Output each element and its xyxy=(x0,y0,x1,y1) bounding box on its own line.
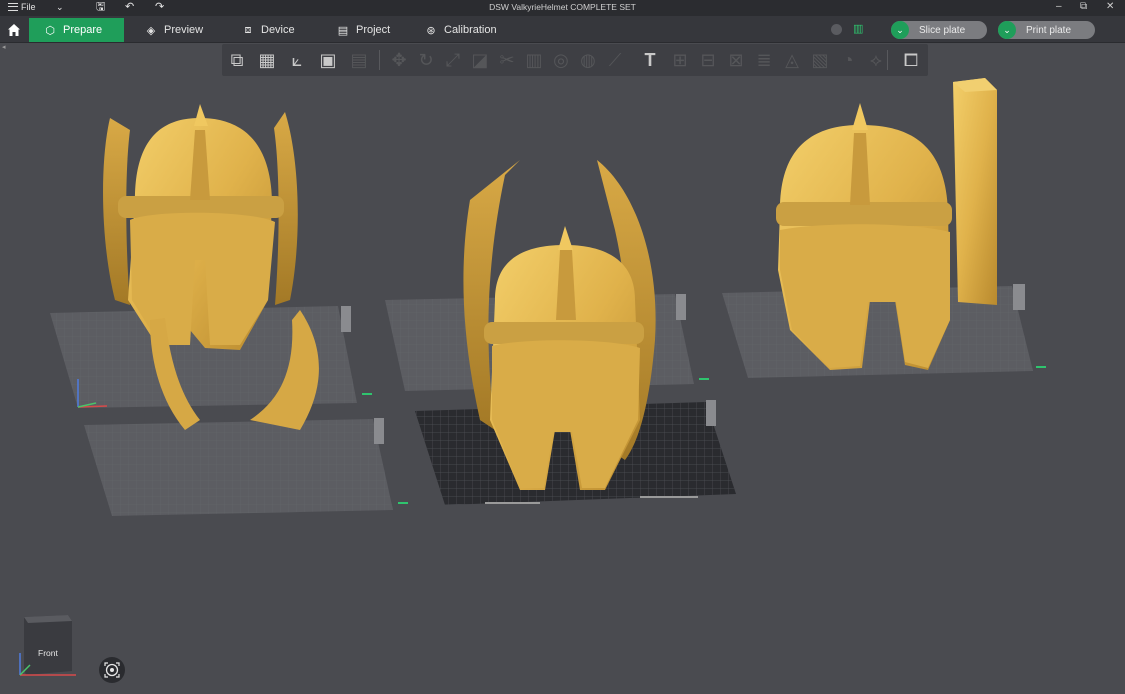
home-button[interactable] xyxy=(0,16,28,43)
auto-orient-icon[interactable]: ⟀ xyxy=(285,48,309,72)
brim-ears-icon[interactable]: ◔ xyxy=(836,48,860,72)
cut-icon[interactable]: ✂ xyxy=(495,48,519,72)
tab-label: Prepare xyxy=(63,24,103,36)
device-status-icon[interactable]: ▥ xyxy=(853,23,865,35)
title-bar: File ⌄ 🖫 ↶ ↷ DSW ValkyrieHelmet COMPLETE… xyxy=(0,0,1125,16)
tab-prepare[interactable]: ⬡ Prepare xyxy=(29,18,124,42)
chevron-down-icon[interactable]: ⌄ xyxy=(998,21,1016,39)
focus-icon xyxy=(104,662,120,678)
measure-icon[interactable]: ⟋ xyxy=(603,48,627,72)
collapse-sidebar-icon[interactable]: ◂ xyxy=(2,44,10,51)
tab-preview[interactable]: ◈ Preview xyxy=(130,18,217,42)
build-plate-4[interactable] xyxy=(84,419,393,516)
move-icon[interactable]: ✥ xyxy=(387,48,411,72)
chevron-down-icon[interactable]: ⌄ xyxy=(56,1,64,14)
redo-icon[interactable]: ↷ xyxy=(155,1,164,14)
project-icon: ▤ xyxy=(337,24,349,37)
assembly-icon[interactable]: ⊟ xyxy=(696,48,720,72)
variable-layer-icon[interactable]: ≣ xyxy=(752,48,776,72)
reset-view-button[interactable] xyxy=(99,657,125,683)
scene-canvas[interactable] xyxy=(0,77,1125,694)
view-cube[interactable] xyxy=(18,613,76,679)
close-icon[interactable]: ✕ xyxy=(1106,0,1114,14)
support-paint-icon[interactable]: ▥ xyxy=(522,48,546,72)
chevron-down-icon[interactable]: ⌄ xyxy=(891,21,909,39)
repair-icon[interactable]: ⟡ xyxy=(864,48,888,72)
minimize-icon[interactable]: – xyxy=(1056,0,1062,14)
tab-label: Calibration xyxy=(444,24,497,36)
rotate-icon[interactable]: ↻ xyxy=(414,48,438,72)
toolbar-divider xyxy=(887,50,888,70)
file-menu[interactable]: File xyxy=(8,2,36,12)
mesh-boolean-icon[interactable]: ⊞ xyxy=(668,48,692,72)
device-icon: ⧈ xyxy=(244,23,252,36)
home-icon xyxy=(8,23,20,36)
print-plate-button[interactable]: ⌄ Print plate xyxy=(998,21,1095,39)
undo-icon[interactable]: ↶ xyxy=(125,1,134,14)
view-cube-label[interactable]: Front xyxy=(38,648,58,658)
seam-paint-icon[interactable]: ◎ xyxy=(549,48,573,72)
main-tab-bar: ⬡ Prepare ◈ Preview ⧈ Device ▤ Project ⊛… xyxy=(0,16,1125,43)
split-icon[interactable]: ▤ xyxy=(347,48,371,72)
grid-plate-icon[interactable]: ▦ xyxy=(255,48,279,72)
fill-bed-icon[interactable]: ▧ xyxy=(808,48,832,72)
save-icon[interactable]: 🖫 xyxy=(96,1,105,14)
calibration-icon: ⊛ xyxy=(426,24,436,37)
tab-device[interactable]: ⧈ Device xyxy=(227,18,309,42)
3d-viewport[interactable] xyxy=(0,77,1125,694)
menu-icon xyxy=(8,3,18,11)
tab-label: Preview xyxy=(164,24,204,36)
tab-label: Device xyxy=(261,24,295,36)
slice-plate-label: Slice plate xyxy=(919,24,966,36)
add-object-icon[interactable]: ⧉ xyxy=(225,48,249,72)
tab-project[interactable]: ▤ Project xyxy=(322,18,404,42)
tool-bar: ⧉ ▦ ⟀ ▣ ▤ ✥ ↻ ⤢ ◪ ✂ ▥ ◎ ◍ ⟋ T ⊞ ⊟ ⊠ ≣ ◬ … xyxy=(222,44,928,76)
file-menu-label: File xyxy=(21,2,36,12)
lay-on-face-icon[interactable]: ◪ xyxy=(468,48,492,72)
cube-icon: ⬡ xyxy=(45,24,55,37)
toolbar-divider xyxy=(379,50,380,70)
slicer-app: File ⌄ 🖫 ↶ ↷ DSW ValkyrieHelmet COMPLETE… xyxy=(0,0,1125,694)
scale-icon[interactable]: ⤢ xyxy=(441,48,465,72)
arrange-icon[interactable]: ▣ xyxy=(316,48,340,72)
window-title: DSW ValkyrieHelmet COMPLETE SET xyxy=(489,2,636,12)
explode-icon[interactable]: ⊠ xyxy=(724,48,748,72)
layers-icon: ◈ xyxy=(146,24,156,37)
color-paint-icon[interactable]: ◍ xyxy=(576,48,600,72)
slice-plate-button[interactable]: ⌄ Slice plate xyxy=(891,21,987,39)
tab-calibration[interactable]: ⊛ Calibration xyxy=(410,18,511,42)
simplify-icon[interactable]: ◬ xyxy=(780,48,804,72)
print-plate-label: Print plate xyxy=(1026,24,1072,36)
assembly-view-icon[interactable]: ⧠ xyxy=(899,48,923,72)
sync-status-button[interactable] xyxy=(831,24,842,35)
restore-icon[interactable]: ⧉ xyxy=(1080,0,1087,14)
text-tool-icon[interactable]: T xyxy=(638,48,662,72)
tab-label: Project xyxy=(356,24,391,36)
